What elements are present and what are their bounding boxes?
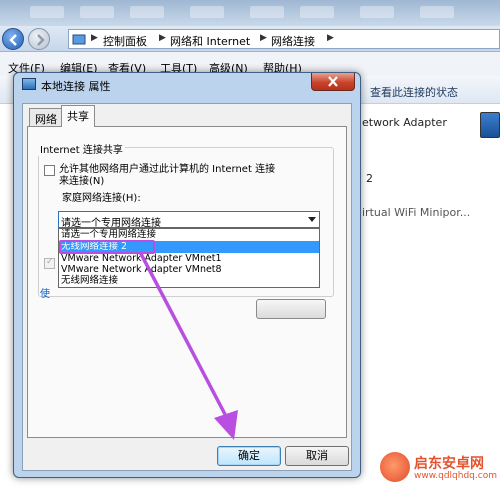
forward-button[interactable] <box>28 28 50 50</box>
breadcrumb-network-internet[interactable]: 网络和 Internet <box>170 33 250 49</box>
ics-group-title: Internet 连接共享 <box>38 141 125 156</box>
breadcrumb-separator-icon: ▶ <box>159 33 166 43</box>
close-button[interactable] <box>311 73 355 91</box>
home-network-label: 家庭网络连接(H): <box>62 193 141 204</box>
chevron-down-icon <box>308 217 316 222</box>
tab-network[interactable]: 网络 <box>29 108 63 126</box>
properties-dialog: 本地连接 属性 网络 共享 Internet 连接共享 允许其他网络用户通过此计… <box>13 72 361 478</box>
breadcrumb-control-panel[interactable]: 控制面板 <box>103 33 147 49</box>
dialog-body: 网络 共享 Internet 连接共享 允许其他网络用户通过此计算机的 Inte… <box>22 103 352 471</box>
watermark: 启东安卓网 www.qdlqhdq.com <box>380 450 500 486</box>
watermark-brand: 启东安卓网 <box>414 456 484 472</box>
breadcrumb-separator-icon: ▶ <box>327 33 334 43</box>
allow-share-label-line2: 来连接(N) <box>59 176 105 187</box>
adapter-label[interactable]: irtual WiFi Minipor... <box>362 206 470 219</box>
sharing-panel: Internet 连接共享 允许其他网络用户通过此计算机的 Internet 连… <box>27 126 347 438</box>
home-network-dropdown: 请选一个专用网络连接 无线网络连接 2 VMware Network Adapt… <box>58 228 320 288</box>
breadcrumb-separator-icon: ▶ <box>260 33 267 43</box>
breadcrumb-separator-icon: ▶ <box>91 33 98 43</box>
forward-arrow-icon <box>37 34 45 46</box>
adapter-label[interactable]: etwork Adapter <box>362 116 447 129</box>
tab-sharing[interactable]: 共享 <box>61 105 95 127</box>
cancel-button[interactable]: 取消 <box>285 446 349 466</box>
adapter-label[interactable]: 2 <box>366 172 373 185</box>
home-network-select[interactable]: 请选一个专用网络连接 <box>58 211 320 229</box>
network-adapter-icon[interactable] <box>480 112 500 138</box>
taskbar-strip <box>0 0 500 26</box>
home-network-select-value: 请选一个专用网络连接 <box>61 218 161 229</box>
watermark-logo-icon <box>380 452 410 482</box>
back-button[interactable] <box>2 28 24 50</box>
address-box[interactable]: ▶ 控制面板 ▶ 网络和 Internet ▶ 网络连接 ▶ <box>68 29 500 49</box>
network-folder-icon <box>72 34 86 45</box>
view-status-button[interactable]: 查看此连接的状态 <box>370 84 458 100</box>
breadcrumb-network-connections[interactable]: 网络连接 <box>271 33 315 49</box>
allow-share-label: 允许其他网络用户通过此计算机的 Internet 连接 <box>59 164 276 175</box>
back-arrow-icon <box>9 34 17 46</box>
ok-button[interactable]: 确定 <box>217 446 281 466</box>
network-connection-icon <box>22 78 36 90</box>
watermark-url: www.qdlqhdq.com <box>414 471 497 481</box>
annotation-highlight <box>59 240 155 254</box>
dialog-title: 本地连接 属性 <box>41 80 111 93</box>
dropdown-option[interactable]: 无线网络连接 <box>59 275 319 287</box>
allow-share-checkbox[interactable] <box>44 165 55 176</box>
allow-control-checkbox[interactable] <box>44 257 55 269</box>
address-bar-row: ▶ 控制面板 ▶ 网络和 Internet ▶ 网络连接 ▶ <box>0 26 500 52</box>
close-icon <box>328 76 338 87</box>
settings-button[interactable] <box>256 299 326 319</box>
help-link[interactable]: 使 <box>40 285 50 300</box>
